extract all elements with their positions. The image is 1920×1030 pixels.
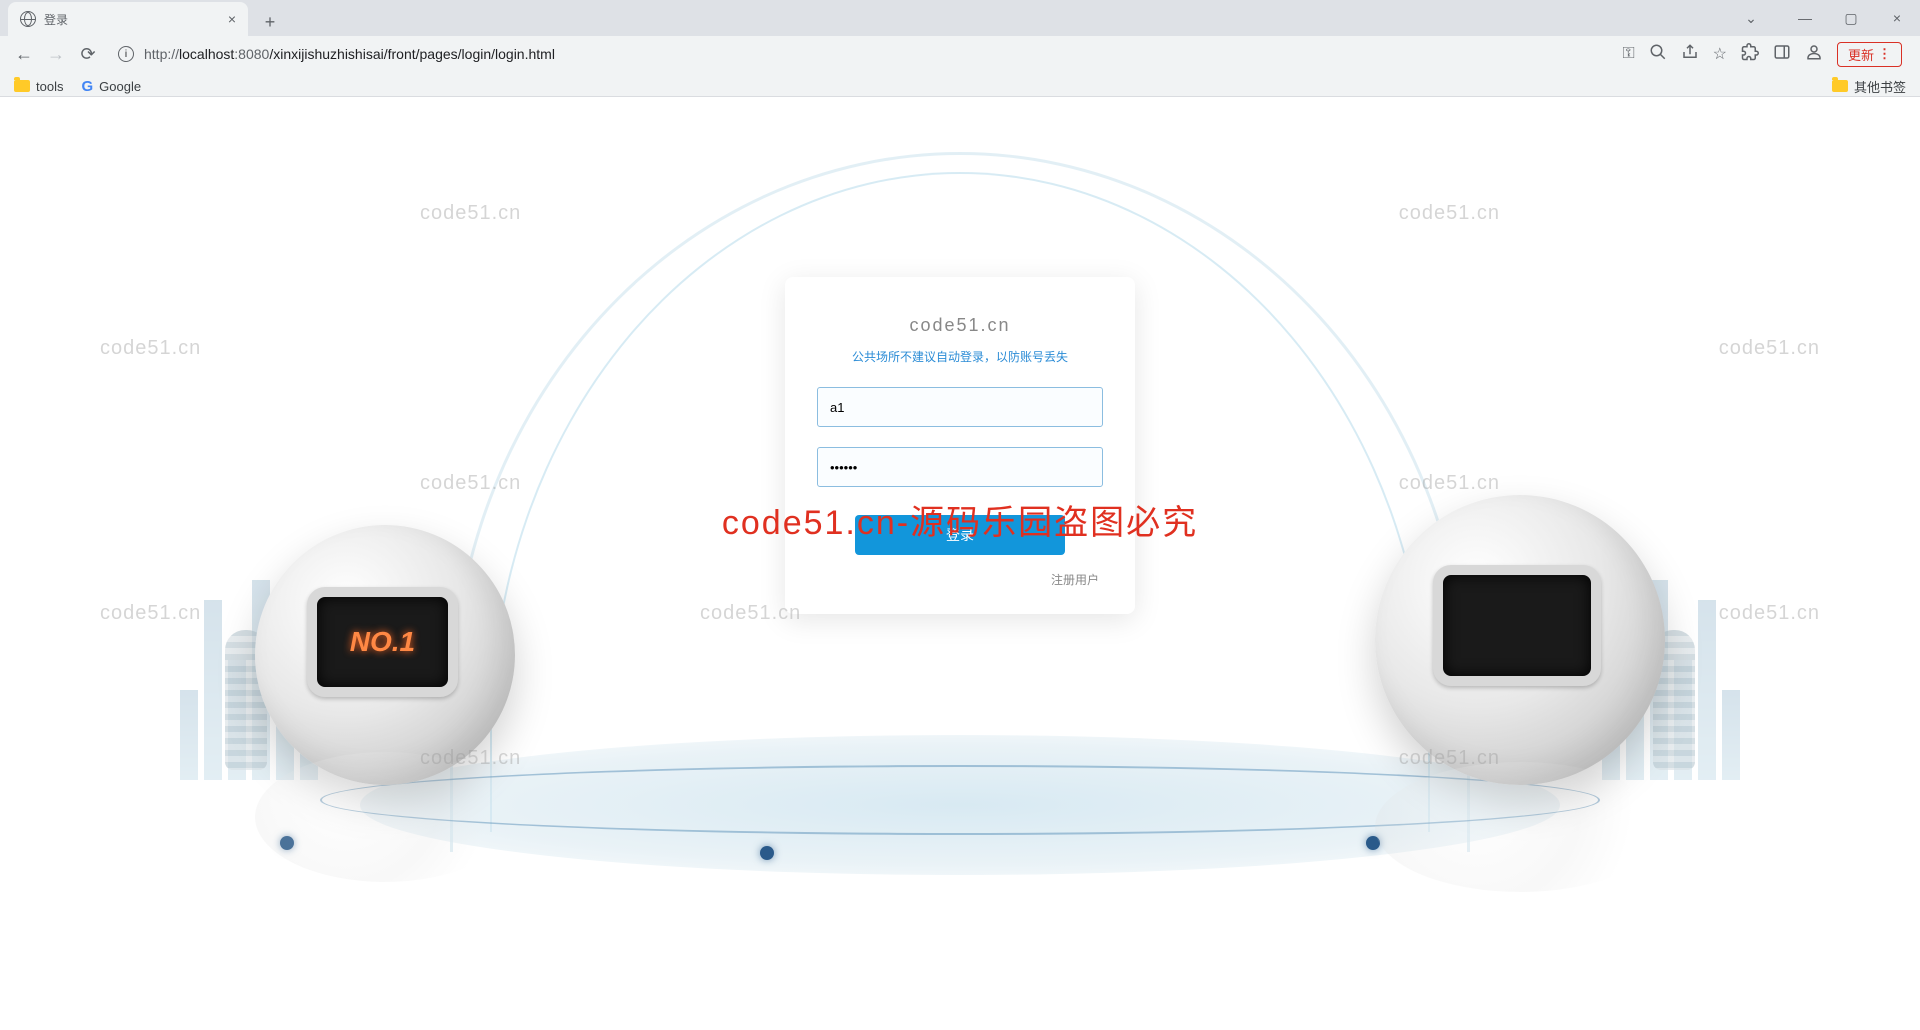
- url-input[interactable]: i http://localhost:8080/xinxijishuzhishi…: [106, 40, 1610, 68]
- browser-tab[interactable]: 登录 ×: [8, 2, 248, 36]
- watermark: code51.cn: [420, 202, 521, 225]
- url-port: :8080: [234, 46, 269, 62]
- url-host: localhost: [179, 46, 234, 62]
- robot-screen-text: NO.1: [307, 587, 458, 696]
- window-controls: ⌄ — ▢ ×: [1728, 0, 1920, 36]
- password-key-icon[interactable]: ⚿: [1622, 45, 1634, 63]
- tab-dropdown-icon[interactable]: ⌄: [1728, 0, 1774, 36]
- login-card: code51.cn 公共场所不建议自动登录，以防账号丢失 登录 注册用户: [785, 277, 1135, 614]
- folder-icon: [14, 80, 30, 92]
- minimize-button[interactable]: —: [1782, 0, 1828, 36]
- maximize-button[interactable]: ▢: [1828, 0, 1874, 36]
- bookmark-tools[interactable]: tools: [14, 79, 63, 94]
- robot-reflection: [1375, 762, 1665, 892]
- login-heading: code51.cn: [817, 315, 1103, 336]
- username-input[interactable]: [817, 387, 1103, 427]
- login-button[interactable]: 登录: [855, 515, 1065, 555]
- robot-left: NO.1: [255, 525, 515, 785]
- update-button[interactable]: 更新 ⋮: [1837, 42, 1902, 67]
- register-link[interactable]: 注册用户: [817, 571, 1103, 588]
- url-prefix: http://: [144, 46, 179, 62]
- update-label: 更新: [1848, 45, 1874, 64]
- zoom-icon[interactable]: [1649, 43, 1667, 66]
- extensions-icon[interactable]: [1741, 43, 1759, 66]
- toolbar-icons: ⚿ ☆ 更新 ⋮: [1614, 42, 1910, 67]
- watermark: code51.cn: [100, 337, 201, 360]
- orbit-dot: [760, 846, 774, 860]
- tab-strip: 登录 × + ⌄ — ▢ ×: [0, 0, 1920, 36]
- browser-chrome: 登录 × + ⌄ — ▢ × ← → ⟳ i http://localhost:…: [0, 0, 1920, 97]
- login-hint: 公共场所不建议自动登录，以防账号丢失: [817, 348, 1103, 365]
- watermark: code51.cn: [1399, 202, 1500, 225]
- robot-screen: [1433, 565, 1601, 687]
- reload-button[interactable]: ⟳: [74, 40, 102, 68]
- forward-button[interactable]: →: [42, 40, 70, 68]
- url-path: /xinxijishuzhishisai/front/pages/login/l…: [269, 46, 555, 62]
- back-button[interactable]: ←: [10, 40, 38, 68]
- share-icon[interactable]: [1681, 43, 1699, 66]
- folder-icon: [1832, 80, 1848, 92]
- google-icon: G: [81, 78, 93, 95]
- robot-right: [1375, 495, 1665, 785]
- watermark: code51.cn: [1719, 337, 1820, 360]
- close-window-button[interactable]: ×: [1874, 0, 1920, 36]
- tab-title: 登录: [44, 11, 68, 28]
- password-input[interactable]: [817, 447, 1103, 487]
- bookmark-other[interactable]: 其他书签: [1832, 77, 1906, 96]
- sidepanel-icon[interactable]: [1773, 43, 1791, 66]
- menu-dots-icon: ⋮: [1878, 46, 1891, 62]
- bookmark-star-icon[interactable]: ☆: [1713, 44, 1727, 64]
- page-content: NO.1 code51.cn 公共场所不建议自动登录，以防账号丢失 登录 注册用…: [0, 97, 1920, 1030]
- globe-icon: [20, 11, 36, 27]
- robot-reflection: [255, 752, 515, 882]
- profile-icon[interactable]: [1805, 43, 1823, 66]
- tab-close-icon[interactable]: ×: [228, 11, 236, 27]
- bookmark-google[interactable]: G Google: [81, 78, 141, 95]
- address-bar: ← → ⟳ i http://localhost:8080/xinxijishu…: [0, 36, 1920, 72]
- bookmarks-bar: tools G Google 其他书签: [0, 72, 1920, 100]
- new-tab-button[interactable]: +: [256, 8, 284, 36]
- site-info-icon[interactable]: i: [118, 46, 134, 62]
